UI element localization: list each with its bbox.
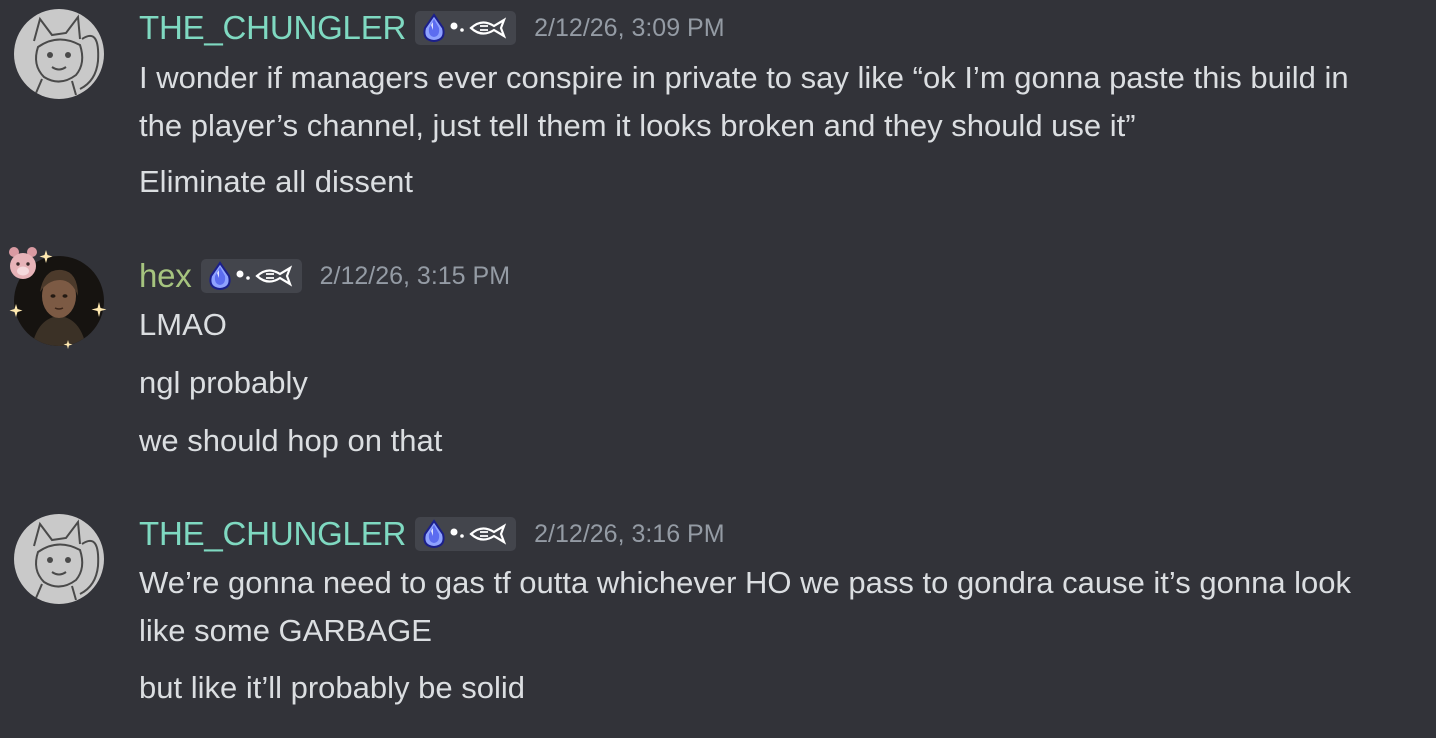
user-tag[interactable] <box>200 259 302 293</box>
message-header: THE_CHUNGLER 2/12/26, 3:09 PM <box>139 7 725 49</box>
username[interactable]: hex <box>139 257 192 295</box>
message-text: we should hop on that <box>139 423 443 458</box>
fish-icon <box>235 261 295 291</box>
user-tag[interactable] <box>415 11 517 45</box>
sketch-creature-avatar[interactable] <box>14 9 104 99</box>
timestamp[interactable]: 2/12/26, 3:15 PM <box>320 262 510 291</box>
message-text: We’re gonna need to gas tf outta whichev… <box>139 565 1352 648</box>
message-text: LMAO <box>139 307 227 342</box>
blue-gem-icon <box>205 261 235 291</box>
message-header: THE_CHUNGLER 2/12/26, 3:16 PM <box>139 513 725 555</box>
fish-icon <box>449 13 509 43</box>
message-text: ngl probably <box>139 365 308 400</box>
username[interactable]: THE_CHUNGLER <box>139 515 406 553</box>
portrait-avatar[interactable] <box>14 256 104 346</box>
user-tag[interactable] <box>415 517 517 551</box>
message-text: but like it’ll probably be solid <box>139 670 525 705</box>
message-header: hex 2/12/26, 3:15 PM <box>139 255 510 297</box>
blue-gem-icon <box>419 519 449 549</box>
message-text: I wonder if managers ever conspire in pr… <box>139 60 1349 143</box>
username[interactable]: THE_CHUNGLER <box>139 9 406 47</box>
timestamp[interactable]: 2/12/26, 3:16 PM <box>534 520 724 549</box>
message-text: Eliminate all dissent <box>139 164 413 199</box>
sketch-creature-avatar[interactable] <box>14 514 104 604</box>
chat-messages: THE_CHUNGLER 2/12/26, 3:09 PM I wonder i… <box>0 0 1436 738</box>
fish-icon <box>449 519 509 549</box>
timestamp[interactable]: 2/12/26, 3:09 PM <box>534 14 724 43</box>
blue-gem-icon <box>419 13 449 43</box>
